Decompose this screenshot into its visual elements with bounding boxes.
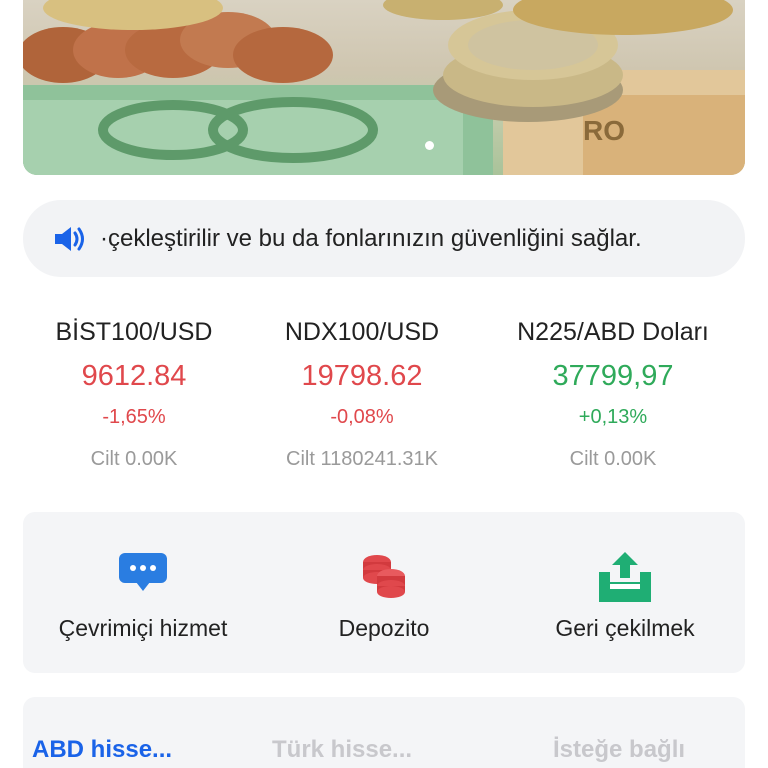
index-change: +0,13% [578,406,648,428]
action-label: Depozito [338,615,430,641]
index-card-ndx100[interactable]: NDX100/USD 19798.62 -0,08% Cilt 1180241.… [247,314,477,474]
index-volume: Cilt 0.00K [90,448,178,470]
action-label: Çevrimiçi hizmet [58,615,228,641]
deposit-button[interactable]: Depozito [264,512,504,673]
index-name: BİST100/USD [55,318,213,346]
index-name: N225/ABD Doları [517,318,709,346]
upload-tray-icon [599,552,651,602]
index-name: NDX100/USD [284,318,440,346]
index-change: -1,65% [102,406,166,428]
quick-actions-panel: Çevrimiçi hizmet Depozito Geri çekilmek [23,512,745,673]
online-service-button[interactable]: Çevrimiçi hizmet [23,512,263,673]
carousel-dot[interactable] [425,141,434,150]
index-volume: Cilt 1180241.31K [286,448,438,470]
index-change: -0,08% [330,406,394,428]
tab-watchlist[interactable]: İsteğe bağlı [553,735,685,765]
tab-us-stocks[interactable]: ABD hisse... [32,735,172,765]
index-card-n225[interactable]: N225/ABD Doları 37799,97 +0,13% Cilt 0.0… [498,314,728,474]
chat-bubble-icon [119,553,167,591]
coins-stack-icon [363,555,405,598]
index-volume: Cilt 0.00K [569,448,657,470]
index-card-bist100[interactable]: BİST100/USD 9612.84 -1,65% Cilt 0.00K [19,314,249,474]
market-tabs: ABD hisse... Türk hisse... İsteğe bağlı [23,697,745,768]
announcement-text: ·çekleştirilir ve bu da fonlarınızın güv… [100,225,642,252]
index-value: 9612.84 [81,360,187,392]
withdraw-button[interactable]: Geri çekilmek [505,512,745,673]
svg-text:RO: RO [583,115,625,146]
index-value: 19798.62 [301,360,423,392]
banner-image: RO [23,0,745,175]
speaker-icon [55,227,84,251]
tab-turkish-stocks[interactable]: Türk hisse... [272,735,412,765]
promo-banner[interactable]: RO [23,0,745,175]
index-value: 37799,97 [552,360,674,392]
action-label: Geri çekilmek [555,615,695,641]
